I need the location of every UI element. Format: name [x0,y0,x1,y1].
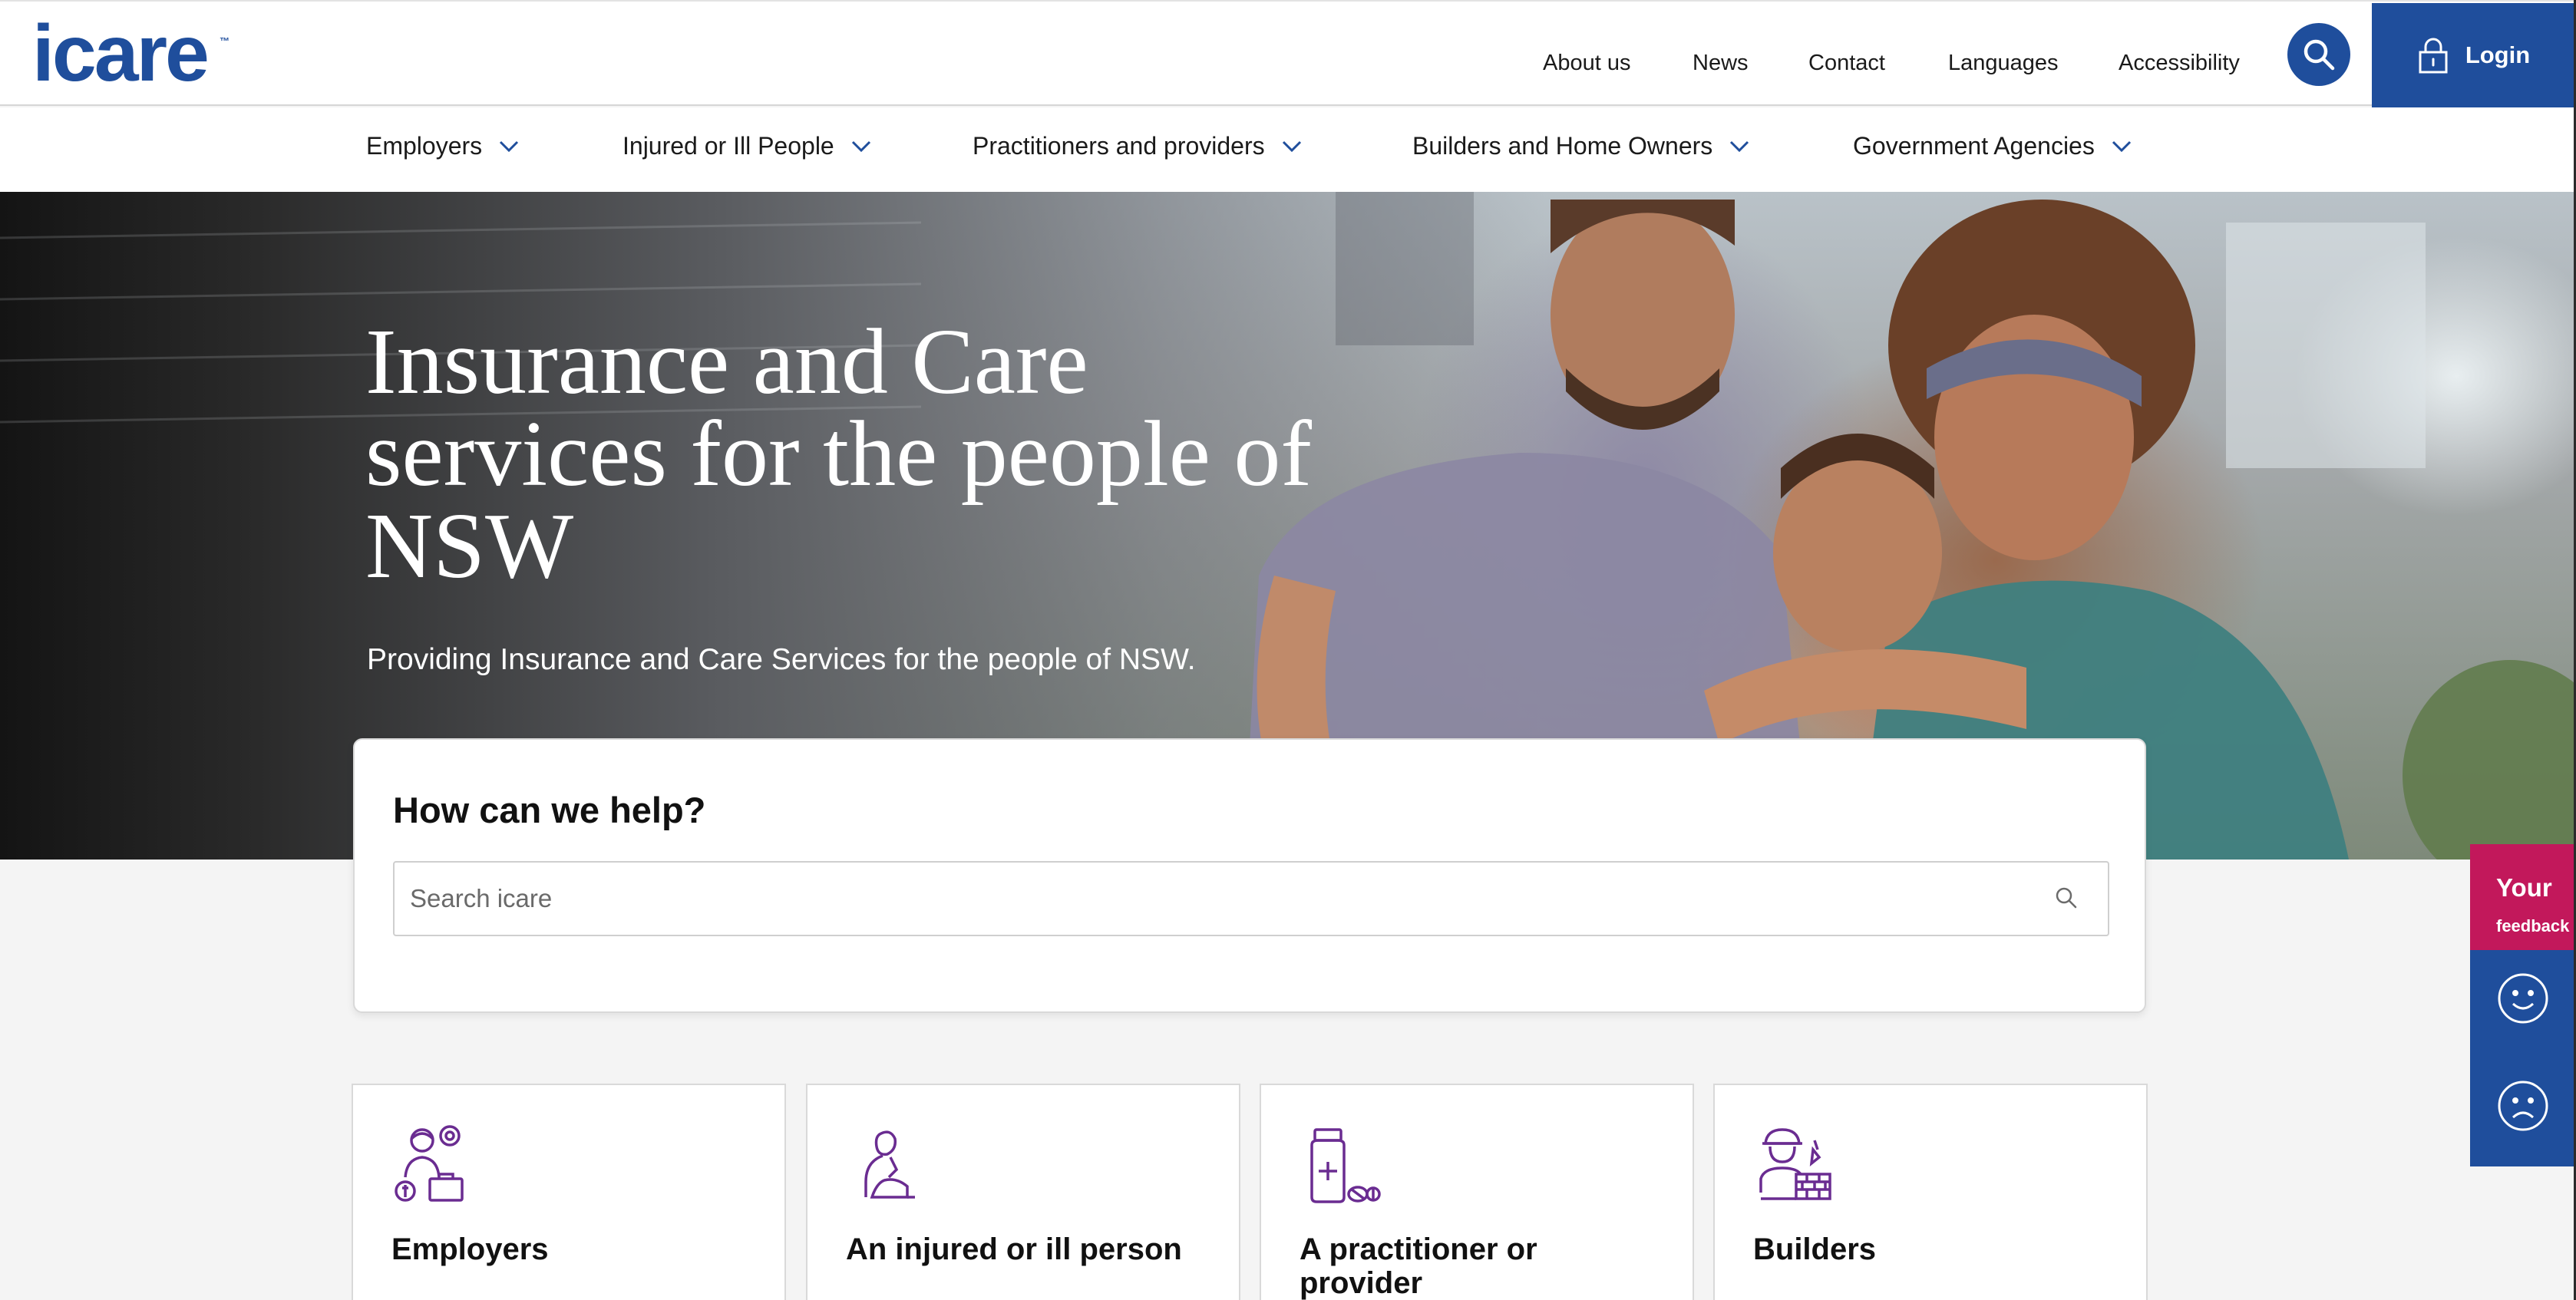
card-title: A practitioner or provider [1300,1232,1537,1300]
feedback-widget: Your feedback [2470,844,2576,1166]
card-injured-person[interactable]: An injured or ill person [806,1084,1240,1300]
login-label: Login [2465,41,2531,68]
nav-item-builders-and-home-owners[interactable]: Builders and Home Owners [1412,132,1749,160]
card-practitioner-provider[interactable]: A practitioner or provider [1260,1084,1694,1300]
help-title: How can we help? [393,790,706,830]
medicine-bottle-icon [1310,1128,1381,1203]
nav-item-label: Government Agencies [1853,132,2095,160]
main-nav: Employers Injured or Ill People Practiti… [0,107,2576,192]
employer-icon [395,1125,464,1202]
search-icon[interactable] [2054,886,2079,910]
search-icon [2304,39,2335,71]
util-link-news[interactable]: News [1693,48,1749,78]
nav-item-government-agencies[interactable]: Government Agencies [1853,132,2132,160]
card-title: Employers [391,1232,549,1266]
card-title: An injured or ill person [846,1232,1182,1266]
nav-item-label: Builders and Home Owners [1412,132,1713,160]
search-input[interactable] [395,863,2108,935]
card-title: Builders [1753,1232,1877,1266]
util-link-languages[interactable]: Languages [1948,48,2059,78]
icare-logo[interactable]: icare [32,14,210,94]
login-button[interactable]: Login [2372,3,2576,107]
util-link-accessibility[interactable]: Accessibility [2119,48,2240,78]
injured-person-icon [864,1130,915,1199]
smile-face-icon[interactable] [2496,972,2550,1025]
feedback-your-label: Your [2496,873,2552,902]
card-builders[interactable]: Builders [1713,1084,2148,1300]
nav-item-label: Injured or Ill People [623,132,834,160]
util-link-contact[interactable]: Contact [1808,48,1885,78]
builder-icon [1759,1128,1831,1200]
hero-subtitle: Providing Insurance and Care Services fo… [367,643,1196,676]
hero-title: Insurance and Care services for the peop… [365,310,1313,598]
chevron-down-icon [1730,140,1749,152]
chevron-down-icon [500,140,519,152]
lock-icon [2419,38,2448,74]
search-field [393,861,2109,936]
feedback-label: feedback [2496,916,2570,935]
sad-face-icon[interactable] [2496,1079,2550,1133]
nav-item-label: Employers [366,132,483,160]
trademark-mark: ™ [220,35,230,47]
util-link-about-us[interactable]: About us [1543,48,1630,78]
top-header: icare ™ About us News Contact Languages … [0,0,2576,107]
nav-item-label: Practitioners and providers [973,132,1265,160]
chevron-down-icon [1282,140,1301,152]
chevron-down-icon [851,140,870,152]
feedback-faces [2470,950,2576,1166]
search-button[interactable] [2287,23,2350,86]
card-employers[interactable]: Employers [352,1084,786,1300]
nav-item-employers[interactable]: Employers [366,132,519,160]
chevron-down-icon [2112,140,2131,152]
help-search-card: How can we help? [353,738,2146,1013]
nav-item-injured-or-ill-people[interactable]: Injured or Ill People [623,132,871,160]
feedback-tab[interactable]: Your feedback [2470,844,2576,950]
nav-item-practitioners-and-providers[interactable]: Practitioners and providers [973,132,1302,160]
